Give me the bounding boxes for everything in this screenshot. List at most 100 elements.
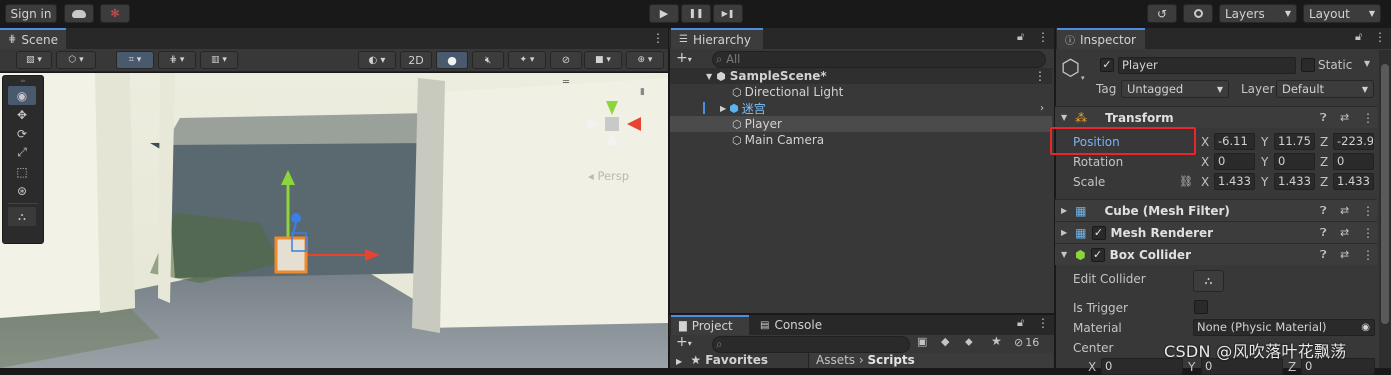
position-y-label[interactable]: Y (1261, 135, 1268, 149)
gizmo-lock-icon[interactable]: ▮ (640, 87, 645, 97)
tag-dropdown[interactable]: Untagged ▼ (1121, 80, 1229, 98)
static-checkbox[interactable] (1301, 58, 1315, 72)
rotation-z-field[interactable]: 0 (1333, 153, 1374, 170)
orientation-menu-icon[interactable]: ═ (563, 77, 569, 88)
breadcrumb-scripts[interactable]: Scripts (868, 353, 915, 367)
component-menu-icon[interactable]: ⋮ (1362, 111, 1374, 125)
box-collider-header[interactable]: ▼ ⬢ ✓ Box Collider ❓︎ ⇄ ⋮ (1055, 243, 1377, 265)
help-icon[interactable]: ❓︎ (1320, 111, 1327, 125)
draw-mode-dropdown[interactable]: ▧ ▾ (16, 51, 52, 69)
collab-button[interactable]: ✻ (100, 4, 130, 23)
2d-toggle[interactable]: 2D (400, 51, 432, 69)
scene-tab-menu-icon[interactable]: ⋮ (652, 31, 664, 45)
scale-x-label[interactable]: X (1201, 175, 1209, 189)
orientation-gizmo[interactable] (583, 93, 645, 153)
hidden-objects-toggle[interactable]: ⊘ (550, 51, 582, 69)
favorites-row[interactable]: ▶ ★ Favorites (670, 353, 809, 368)
search-by-label-icon[interactable]: ◆ (941, 335, 949, 348)
gizmos-dropdown[interactable]: ⊕ ▾ (626, 51, 664, 69)
material-field[interactable]: None (Physic Material) ◉ (1193, 319, 1375, 336)
active-checkbox[interactable]: ✓ (1100, 58, 1114, 72)
scale-z-label[interactable]: Z (1320, 175, 1328, 189)
help-icon[interactable]: ❓︎ (1320, 248, 1327, 262)
center-x-label[interactable]: X (1088, 360, 1096, 374)
scene-viewport[interactable]: ═ ▮ ◂ Persp (0, 73, 668, 368)
position-z-label[interactable]: Z (1320, 135, 1328, 149)
inspector-lock-icon[interactable]: 🔓︎ (1355, 30, 1362, 44)
gameobject-icon-dropdown[interactable]: ▾ (1081, 74, 1085, 82)
tab-scene[interactable]: ⋕ Scene (0, 28, 66, 49)
grid-snap-dropdown[interactable]: ⋕ ▾ (158, 51, 196, 69)
tab-hierarchy[interactable]: ☰ Hierarchy (671, 28, 763, 49)
custom-tool-button[interactable]: ⛬ (8, 207, 36, 226)
is-trigger-checkbox[interactable] (1194, 300, 1208, 314)
hierarchy-item-maze[interactable]: ▶ ⬢ 迷宫 › (670, 100, 1052, 116)
center-z-label[interactable]: Z (1288, 360, 1296, 374)
cloud-button[interactable] (64, 4, 94, 23)
history-button[interactable]: ↺ (1147, 4, 1177, 23)
hierarchy-lock-icon[interactable]: 🔓︎ (1017, 30, 1024, 44)
presets-icon[interactable]: ⇄ (1340, 248, 1349, 261)
scene-menu-icon[interactable]: ⋮ (1034, 69, 1046, 83)
project-lock-icon[interactable]: 🔓︎ (1017, 316, 1024, 330)
mesh-renderer-header[interactable]: ▶ ▦ ✓ Mesh Renderer ❓︎ ⇄ ⋮ (1055, 221, 1377, 243)
mesh-renderer-enabled-checkbox[interactable]: ✓ (1091, 225, 1106, 240)
project-search-input[interactable]: ⌕ (712, 336, 910, 353)
search-by-type-icon[interactable]: ▣ (917, 335, 927, 348)
layer-dropdown[interactable]: Default ▼ (1276, 80, 1374, 98)
step-button[interactable]: ▶❚ (713, 4, 743, 23)
rotation-x-field[interactable]: 0 (1214, 153, 1255, 170)
play-button[interactable]: ▶ (649, 4, 679, 23)
position-x-field[interactable]: -6.11 (1214, 133, 1255, 150)
presets-icon[interactable]: ⇄ (1340, 204, 1349, 217)
scale-tool-button[interactable]: ⤢ (8, 143, 36, 162)
audio-toggle[interactable]: 🔇︎ (472, 51, 504, 69)
center-y-label[interactable]: Y (1188, 360, 1195, 374)
hierarchy-scene-row[interactable]: ▼ ⬢ SampleScene* ⋮ (670, 68, 1052, 84)
hierarchy-item-directional-light[interactable]: ⬡ Directional Light (670, 84, 1052, 100)
breadcrumb-assets[interactable]: Assets (816, 353, 855, 367)
tab-project[interactable]: ▇ Project (671, 315, 749, 335)
project-add-button[interactable]: +▾ (676, 334, 692, 350)
component-menu-icon[interactable]: ⋮ (1362, 226, 1374, 240)
layers-dropdown[interactable]: Layers ▼ (1219, 4, 1297, 23)
constrain-proportions-icon[interactable]: ⛓ (1179, 175, 1193, 188)
hierarchy-item-player[interactable]: ⬡ Player (670, 116, 1052, 132)
chevron-right-icon[interactable]: › (1040, 103, 1044, 114)
static-dropdown-icon[interactable]: ▼ (1364, 59, 1370, 68)
component-menu-icon[interactable]: ⋮ (1362, 204, 1374, 218)
view-tool-button[interactable]: ◉ (8, 86, 36, 105)
hidden-packages-toggle[interactable]: ⊘ 16 (1014, 336, 1039, 349)
project-menu-icon[interactable]: ⋮ (1037, 316, 1049, 330)
snap-toggle[interactable]: ⌗ ▾ (116, 51, 154, 69)
scale-label[interactable]: Scale (1073, 175, 1105, 189)
rotate-tool-button[interactable]: ⟳ (8, 124, 36, 143)
object-name-field[interactable]: Player (1118, 57, 1296, 74)
persp-label[interactable]: ◂ Persp (588, 169, 629, 183)
presets-icon[interactable]: ⇄ (1340, 226, 1349, 239)
search-button[interactable] (1183, 4, 1213, 23)
scale-y-label[interactable]: Y (1261, 175, 1268, 189)
presets-icon[interactable]: ⇄ (1340, 111, 1349, 124)
effects-dropdown[interactable]: ✦ ▾ (508, 51, 546, 69)
position-z-field[interactable]: -223.9 (1333, 133, 1374, 150)
camera-dropdown[interactable]: ■ ▾ (584, 51, 622, 69)
increment-snap-dropdown[interactable]: ▥ ▾ (200, 51, 238, 69)
object-picker-icon[interactable]: ◉ (1361, 320, 1370, 335)
move-tool-button[interactable]: ✥ (8, 105, 36, 124)
transform-header[interactable]: ▼ ⁂ Transform ❓︎ ⇄ ⋮ (1055, 106, 1377, 128)
scrollbar-thumb[interactable] (1381, 64, 1389, 324)
inspector-menu-icon[interactable]: ⋮ (1374, 30, 1386, 44)
transform-tool-button[interactable]: ⊛ (8, 181, 36, 200)
label-icon[interactable]: ⬥ (965, 335, 973, 349)
tab-inspector[interactable]: ⓘ Inspector (1057, 28, 1145, 49)
favorite-star-icon[interactable]: ★ (991, 334, 1002, 348)
pause-button[interactable]: ❚❚ (681, 4, 711, 23)
hierarchy-search-input[interactable]: ⌕ All (712, 51, 1046, 68)
edit-collider-button[interactable]: ⛬ (1193, 270, 1224, 292)
component-menu-icon[interactable]: ⋮ (1362, 248, 1374, 262)
rotation-x-label[interactable]: X (1201, 155, 1209, 169)
hierarchy-add-button[interactable]: +▾ (676, 50, 692, 66)
help-icon[interactable]: ❓︎ (1320, 226, 1327, 240)
hierarchy-menu-icon[interactable]: ⋮ (1037, 30, 1049, 44)
